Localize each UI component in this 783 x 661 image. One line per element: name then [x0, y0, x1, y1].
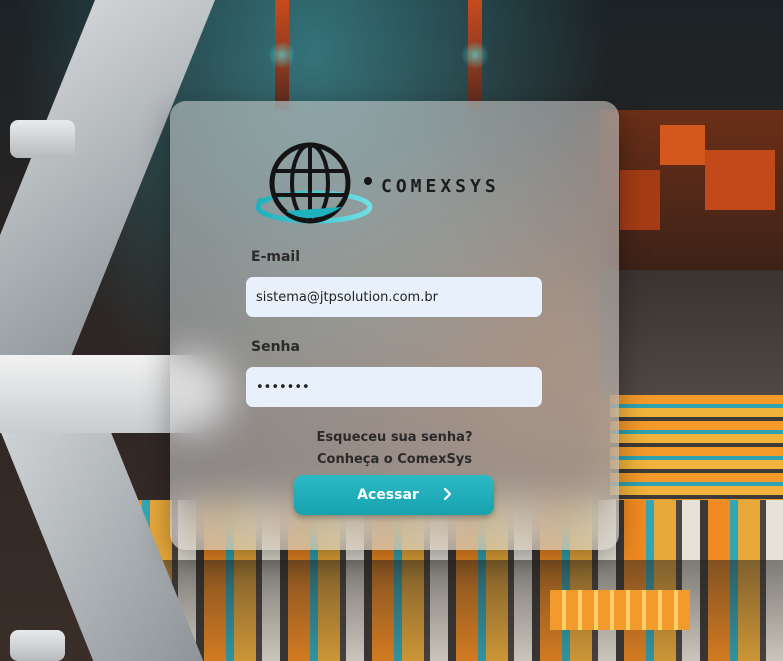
chevron-right-icon: [443, 487, 452, 501]
login-card: COMEXSYS E-mail Senha Esqueceu sua senha…: [170, 101, 619, 550]
email-label: E-mail: [251, 249, 301, 265]
password-label: Senha: [251, 339, 300, 355]
about-comexsys-link[interactable]: Conheça o ComexSys: [317, 452, 472, 467]
help-links: Esqueceu sua senha? Conheça o ComexSys: [170, 427, 619, 471]
forgot-password-link[interactable]: Esqueceu sua senha?: [317, 430, 473, 445]
submit-button[interactable]: Acessar: [294, 475, 494, 515]
email-field[interactable]: [246, 277, 542, 317]
submit-label: Acessar: [357, 487, 419, 503]
brand-name: COMEXSYS: [381, 176, 500, 197]
password-field[interactable]: [246, 367, 542, 407]
